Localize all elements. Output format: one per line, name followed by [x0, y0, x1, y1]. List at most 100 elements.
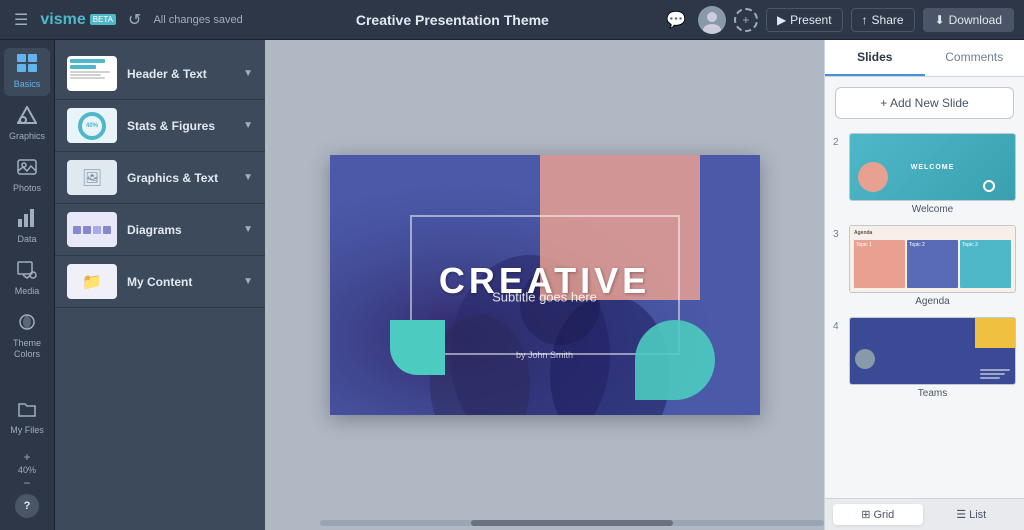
- slide-item-welcome[interactable]: 2 WELCOME Welcome: [833, 133, 1016, 215]
- comments-icon-button[interactable]: 💬: [662, 6, 690, 34]
- grid-icon: ⊞: [861, 508, 870, 521]
- sidebar-bottom: + 40% − ?: [15, 446, 39, 522]
- slides-list: 2 WELCOME Welcome 3: [825, 129, 1024, 498]
- slide-item-agenda[interactable]: 3 Agenda Topic 1 Topic 2 Topic 3 Agenda: [833, 225, 1016, 307]
- slide-teal-left: [390, 320, 445, 375]
- slide-label-teams: Teams: [833, 388, 1016, 399]
- tab-slides[interactable]: Slides: [825, 40, 925, 76]
- welcome-thumb-text: WELCOME: [911, 164, 955, 171]
- my-content-chevron: ▼: [243, 276, 253, 287]
- graphics-text-title: Graphics & Text: [127, 171, 233, 185]
- image-placeholder-icon: 🖼: [82, 168, 102, 188]
- add-slide-label: + Add New Slide: [880, 96, 968, 110]
- download-button[interactable]: ⬇ Download: [923, 8, 1014, 32]
- sidebar-item-media[interactable]: Media: [4, 255, 50, 303]
- slide-thumb-welcome: WELCOME: [849, 133, 1016, 201]
- media-icon: [17, 261, 37, 284]
- diagrams-title: Diagrams: [127, 223, 233, 237]
- download-icon: ⬇: [935, 13, 945, 27]
- graphics-label: Graphics: [9, 131, 45, 142]
- photos-icon: [17, 158, 37, 181]
- list-icon: ☰: [956, 508, 966, 521]
- help-button[interactable]: ?: [15, 494, 39, 518]
- my-files-icon: [17, 400, 37, 423]
- add-new-slide-button[interactable]: + Add New Slide: [835, 87, 1014, 119]
- grid-label: Grid: [873, 509, 894, 521]
- data-icon: [17, 209, 37, 232]
- slide-teal-right: [635, 320, 715, 400]
- section-graphics-text[interactable]: 🖼 Graphics & Text ▼: [55, 152, 265, 204]
- folder-icon: 📁: [82, 272, 102, 292]
- section-header-text[interactable]: Header & Text ▼: [55, 48, 265, 100]
- list-label: List: [969, 509, 986, 521]
- topbar: ☰ visme BETA ↺ All changes saved Creativ…: [0, 0, 1024, 40]
- zoom-level: 40%: [18, 465, 36, 475]
- sidebar-item-graphics[interactable]: Graphics: [4, 100, 50, 148]
- tab-comments-label: Comments: [945, 50, 1003, 64]
- basics-label: Basics: [14, 79, 41, 90]
- stats-figures-thumb: 40%: [67, 108, 117, 143]
- slide-canvas[interactable]: CREATIVE Subtitle goes here by John Smit…: [330, 155, 760, 415]
- avatar: [698, 6, 726, 34]
- list-view-button[interactable]: ☰ List: [927, 504, 1017, 525]
- graphics-text-thumb: 🖼: [67, 160, 117, 195]
- share-label: Share: [872, 13, 904, 27]
- presentation-title: Creative Presentation Theme: [251, 12, 654, 28]
- slide-thumb-teams: [849, 317, 1016, 385]
- my-content-title: My Content: [127, 275, 233, 289]
- my-content-thumb: 📁: [67, 264, 117, 299]
- section-my-content[interactable]: 📁 My Content ▼: [55, 256, 265, 308]
- zoom-plus-button[interactable]: +: [23, 450, 30, 464]
- grid-view-button[interactable]: ⊞ Grid: [833, 504, 923, 525]
- download-label: Download: [949, 13, 1002, 27]
- add-person-button[interactable]: +: [734, 8, 758, 32]
- logo: visme BETA: [40, 11, 116, 29]
- right-panel-tabs: Slides Comments: [825, 40, 1024, 77]
- slide-byline: by John Smith: [516, 350, 573, 360]
- theme-colors-label: Theme Colors: [8, 338, 46, 360]
- theme-colors-icon: [17, 313, 37, 336]
- header-text-thumb: [67, 56, 117, 91]
- slide-number-2: 2: [833, 133, 843, 148]
- content-sidebar: Header & Text ▼ 40% Stats & Figures ▼: [55, 40, 265, 530]
- my-files-label: My Files: [10, 425, 44, 436]
- saved-status: All changes saved: [153, 14, 242, 26]
- stats-figures-title: Stats & Figures: [127, 119, 233, 133]
- diagrams-chevron: ▼: [243, 224, 253, 235]
- menu-button[interactable]: ☰: [10, 6, 32, 34]
- slide-label-welcome: Welcome: [833, 204, 1016, 215]
- sidebar-item-theme-colors[interactable]: Theme Colors: [4, 307, 50, 366]
- present-button[interactable]: ▶ Present: [766, 8, 843, 32]
- sidebar-item-photos[interactable]: Photos: [4, 152, 50, 200]
- slide-item-teams[interactable]: 4 Teams: [833, 317, 1016, 399]
- topbar-right: 💬 + ▶ Present ↑ Share ⬇ Download: [662, 6, 1014, 34]
- canvas-scrollbar[interactable]: [320, 520, 824, 526]
- slide-number-3: 3: [833, 225, 843, 240]
- view-toggle: ⊞ Grid ☰ List: [825, 498, 1024, 530]
- share-button[interactable]: ↑ Share: [851, 8, 915, 32]
- diagrams-thumb: [67, 212, 117, 247]
- slide-thumb-agenda: Agenda Topic 1 Topic 2 Topic 3: [849, 225, 1016, 293]
- slide-subtitle: Subtitle goes here: [492, 290, 597, 305]
- undo-button[interactable]: ↺: [124, 6, 145, 34]
- sidebar-item-my-files[interactable]: My Files: [4, 394, 50, 442]
- slide-number-4: 4: [833, 317, 843, 332]
- topbar-left: ☰ visme BETA ↺ All changes saved: [10, 6, 243, 34]
- logo-name: visme: [40, 11, 85, 29]
- zoom-minus-button[interactable]: −: [23, 476, 30, 490]
- graphics-text-chevron: ▼: [243, 172, 253, 183]
- section-diagrams[interactable]: Diagrams ▼: [55, 204, 265, 256]
- header-text-title: Header & Text: [127, 67, 233, 81]
- play-icon: ▶: [777, 13, 786, 27]
- share-arrow-icon: ↑: [862, 13, 868, 27]
- zoom-display: + 40% −: [18, 450, 36, 490]
- sidebar-item-data[interactable]: Data: [4, 203, 50, 251]
- tab-comments[interactable]: Comments: [925, 40, 1024, 76]
- main-layout: Basics Graphics Photos Data Media: [0, 40, 1024, 530]
- present-label: Present: [790, 13, 831, 27]
- basics-icon: [17, 54, 37, 77]
- icon-sidebar: Basics Graphics Photos Data Media: [0, 40, 55, 530]
- section-stats-figures[interactable]: 40% Stats & Figures ▼: [55, 100, 265, 152]
- stats-figures-chevron: ▼: [243, 120, 253, 131]
- sidebar-item-basics[interactable]: Basics: [4, 48, 50, 96]
